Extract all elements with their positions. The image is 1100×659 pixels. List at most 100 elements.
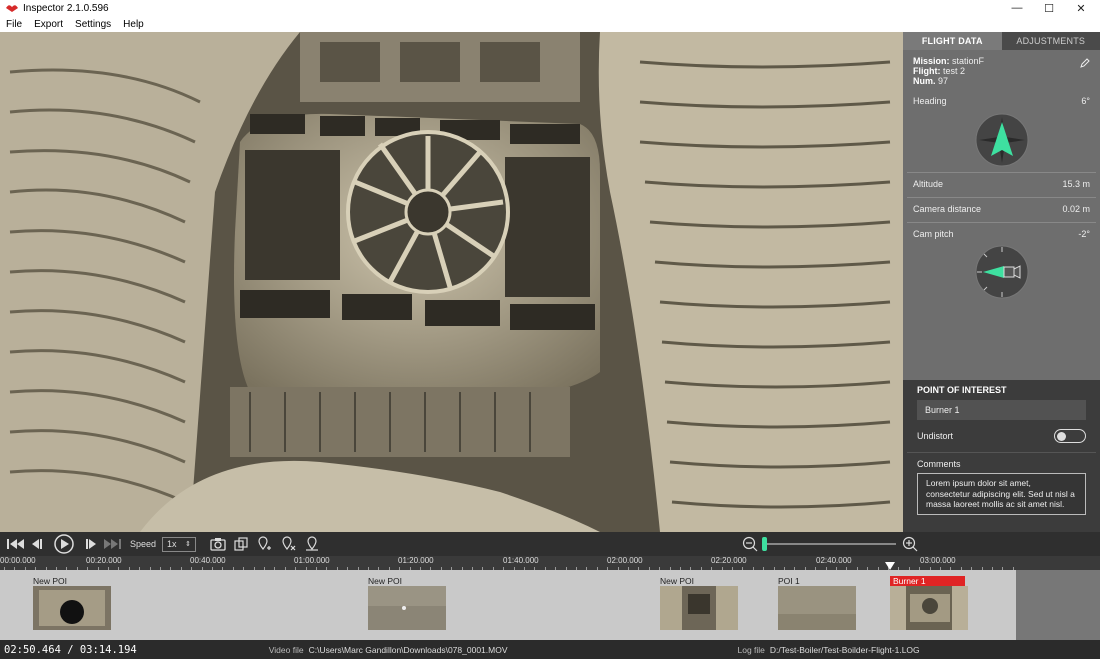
- mission-value: stationF: [952, 56, 985, 66]
- speed-chevron-icon: ⇕: [185, 541, 192, 548]
- video-file-label: Video file: [268, 644, 304, 655]
- play-icon[interactable]: [50, 534, 78, 554]
- minimize-button[interactable]: —: [1002, 0, 1032, 16]
- time-label: 01:20.000: [398, 556, 434, 565]
- num-value: 97: [938, 76, 949, 86]
- video-viewport[interactable]: [0, 32, 903, 532]
- menu-file[interactable]: File: [6, 19, 22, 30]
- maximize-button[interactable]: ☐: [1034, 0, 1064, 16]
- poi-clip[interactable]: New POI: [368, 570, 448, 632]
- poi-clip-selected[interactable]: Burner 1: [890, 570, 970, 632]
- tab-adjustments[interactable]: ADJUSTMENTS: [1002, 32, 1100, 50]
- time-label: 01:40.000: [503, 556, 539, 565]
- heading-label: Heading: [913, 96, 947, 106]
- mission-row: Mission: stationF: [913, 56, 1090, 66]
- video-frame-image: [0, 32, 903, 532]
- time-label: 02:20.000: [711, 556, 747, 565]
- divider: [907, 172, 1096, 173]
- time-label: 01:00.000: [294, 556, 330, 565]
- flight-info: Mission: stationF Flight: test 2 Num. 97: [903, 50, 1100, 86]
- camera-pitch-icon: [975, 245, 1028, 299]
- timeline-ruler[interactable]: 00:00.000 00:20.000 00:40.000 01:00.000 …: [0, 556, 1100, 570]
- time-label: 03:00.000: [920, 556, 956, 565]
- time-label: 02:00.000: [607, 556, 643, 565]
- zoom-out-icon[interactable]: [742, 536, 758, 552]
- compass-icon: [975, 113, 1028, 167]
- num-row: Num. 97: [913, 76, 1090, 86]
- poi-clip[interactable]: POI 1: [778, 570, 858, 632]
- edit-pencil-icon[interactable]: [1080, 58, 1090, 68]
- heading-compass: [903, 108, 1100, 172]
- undistort-label: Undistort: [917, 431, 954, 441]
- undistort-toggle[interactable]: [1054, 429, 1086, 443]
- poi-thumbnail: [33, 586, 111, 630]
- app-logo-icon: [6, 5, 18, 12]
- menu-export[interactable]: Export: [34, 19, 63, 30]
- screenshot-camera-icon[interactable]: [210, 537, 226, 551]
- poi-clip[interactable]: New POI: [33, 570, 113, 632]
- title-bar: Inspector 2.1.0.596 — ☐ ✕: [0, 0, 1100, 16]
- skip-to-end-icon[interactable]: [102, 537, 122, 551]
- speed-value: 1x: [167, 539, 177, 549]
- poi-name-field[interactable]: Burner 1: [917, 400, 1086, 420]
- menu-bar: File Export Settings Help: [0, 16, 1100, 32]
- comments-field[interactable]: Lorem ipsum dolor sit amet, consectetur …: [917, 473, 1086, 515]
- log-file-path: D:/Test-Boiler/Test-Boilder-Flight-1.LOG: [769, 644, 920, 655]
- time-label: 00:40.000: [190, 556, 226, 565]
- flight-row: Flight: test 2: [913, 66, 1090, 76]
- zoom-handle[interactable]: [762, 537, 768, 551]
- poi-clip-label: New POI: [33, 576, 68, 586]
- zoom-track: [762, 543, 897, 545]
- camera-distance-value: 0.02 m: [1062, 204, 1090, 214]
- poi-thumbnail: [660, 586, 738, 630]
- zoom-in-icon[interactable]: [902, 536, 918, 552]
- step-back-icon[interactable]: [30, 537, 44, 551]
- copy-frames-icon[interactable]: [234, 537, 248, 551]
- skip-to-start-icon[interactable]: [6, 537, 26, 551]
- zoom-slider[interactable]: [762, 537, 897, 551]
- poi-clip-label: POI 1: [778, 576, 800, 586]
- speed-label: Speed: [130, 539, 157, 549]
- window-title: Inspector 2.1.0.596: [23, 2, 109, 14]
- divider: [907, 197, 1096, 198]
- num-label: Num.: [913, 76, 936, 86]
- flight-value: test 2: [943, 66, 966, 76]
- altitude-row: Altitude 15.3 m: [903, 179, 1100, 193]
- playback-time: 02:50.464 / 03:14.194: [4, 643, 137, 656]
- divider: [907, 222, 1096, 223]
- tab-flight-data[interactable]: FLIGHT DATA: [903, 32, 1002, 50]
- poi-clip[interactable]: New POI: [660, 570, 740, 632]
- playback-controls: Speed 1x ⇕: [0, 532, 1100, 556]
- cam-pitch-label: Cam pitch: [913, 229, 954, 239]
- status-bar: 02:50.464 / 03:14.194 Video file C:\User…: [0, 640, 1100, 659]
- heading-value: 6°: [1081, 96, 1090, 106]
- step-forward-icon[interactable]: [84, 537, 98, 551]
- cam-pitch-row: Cam pitch -2°: [903, 229, 1100, 239]
- poi-thumbnail: [890, 586, 968, 630]
- poi-clip-label: New POI: [660, 576, 695, 586]
- timeline-end-region: [1016, 570, 1100, 640]
- divider: [907, 452, 1096, 453]
- altitude-value: 15.3 m: [1062, 179, 1090, 189]
- flight-label: Flight:: [913, 66, 941, 76]
- poi-thumbnail-strip: New POI New POI New POI POI 1 Burner 1: [0, 570, 1100, 640]
- cam-pitch-value: -2°: [1078, 229, 1090, 239]
- time-label: 02:40.000: [816, 556, 852, 565]
- poi-thumbnail: [778, 586, 856, 630]
- poi-clip-label: Burner 1: [890, 576, 965, 586]
- menu-settings[interactable]: Settings: [75, 19, 111, 30]
- camera-distance-label: Camera distance: [913, 204, 982, 214]
- side-tabs: FLIGHT DATA ADJUSTMENTS: [903, 32, 1100, 50]
- speed-select[interactable]: 1x ⇕: [162, 536, 197, 552]
- add-poi-icon[interactable]: [256, 536, 272, 552]
- close-button[interactable]: ✕: [1066, 0, 1096, 16]
- camera-distance-row: Camera distance 0.02 m: [903, 204, 1100, 218]
- altitude-label: Altitude: [913, 179, 944, 189]
- remove-poi-icon[interactable]: [280, 536, 296, 552]
- toggle-knob: [1057, 431, 1066, 441]
- video-file-path: C:\Users\Marc Gandillon\Downloads\078_00…: [308, 644, 508, 655]
- playhead-icon[interactable]: [885, 562, 895, 570]
- poi-list-icon[interactable]: [304, 536, 320, 552]
- menu-help[interactable]: Help: [123, 19, 144, 30]
- log-file-label: Log file: [737, 644, 765, 655]
